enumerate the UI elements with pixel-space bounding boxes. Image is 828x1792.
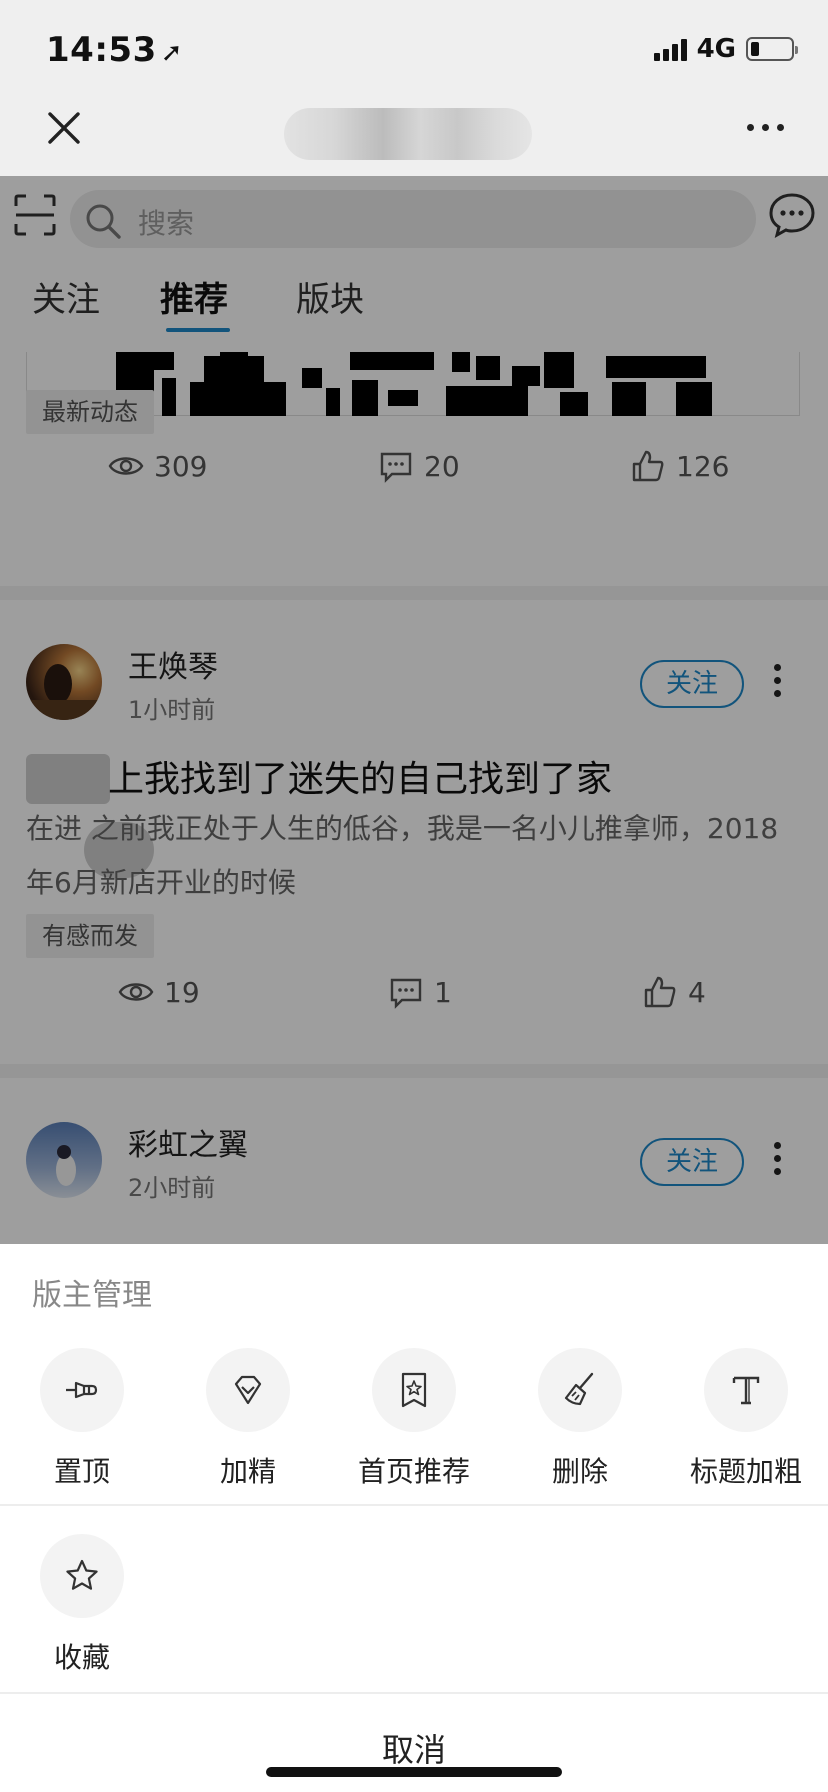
cancel-button[interactable]: 取消 xyxy=(0,1722,828,1792)
action-label: 删除 xyxy=(551,1455,608,1488)
status-indicators: 4G xyxy=(653,34,798,64)
action-homepage-recommend[interactable]: 首页推荐 xyxy=(334,1348,494,1490)
action-bold-title[interactable]: 标题加粗 xyxy=(666,1348,826,1490)
action-feature[interactable]: 加精 xyxy=(168,1348,328,1490)
action-icon-circle xyxy=(372,1348,456,1432)
action-delete[interactable]: 删除 xyxy=(500,1348,660,1490)
clock-text: 14:53 xyxy=(46,30,157,70)
network-type: 4G xyxy=(696,34,736,64)
close-icon[interactable] xyxy=(44,108,84,148)
sheet-title: 版主管理 xyxy=(32,1278,152,1313)
action-icon-circle xyxy=(704,1348,788,1432)
action-icon-circle xyxy=(40,1348,124,1432)
action-favorite[interactable]: 收藏 xyxy=(2,1534,162,1676)
battery-icon xyxy=(746,37,798,61)
action-icon-circle xyxy=(538,1348,622,1432)
status-bar: 14:53 ➚ 4G xyxy=(0,0,828,96)
bold-t-icon xyxy=(732,1376,760,1405)
page-title-blurred xyxy=(284,108,532,160)
action-icon-circle xyxy=(206,1348,290,1432)
diamond-icon xyxy=(234,1375,262,1405)
more-menu-icon[interactable] xyxy=(747,124,784,131)
action-label: 收藏 xyxy=(53,1641,110,1674)
home-indicator xyxy=(266,1767,562,1777)
action-pin[interactable]: 置顶 xyxy=(2,1348,162,1490)
action-icon-circle xyxy=(40,1534,124,1618)
star-icon xyxy=(66,1559,98,1590)
moderator-action-sheet: 版主管理 置顶 加精 首页推荐 删除 标题加粗 收藏 取消 xyxy=(0,1244,828,1792)
status-time: 14:53 ➚ xyxy=(46,30,183,70)
sheet-divider xyxy=(0,1692,828,1694)
nav-bar xyxy=(0,96,828,176)
action-label: 标题加粗 xyxy=(689,1455,802,1488)
action-label: 首页推荐 xyxy=(357,1455,470,1488)
sheet-divider xyxy=(0,1504,828,1506)
broom-icon xyxy=(564,1372,594,1406)
modal-backdrop[interactable] xyxy=(0,176,828,1244)
action-label: 加精 xyxy=(219,1455,276,1488)
action-label: 置顶 xyxy=(53,1455,110,1488)
pin-icon xyxy=(66,1381,98,1399)
location-arrow-icon: ➚ xyxy=(160,38,184,68)
signal-icon xyxy=(653,37,687,61)
bookmark-star-icon xyxy=(401,1372,427,1408)
